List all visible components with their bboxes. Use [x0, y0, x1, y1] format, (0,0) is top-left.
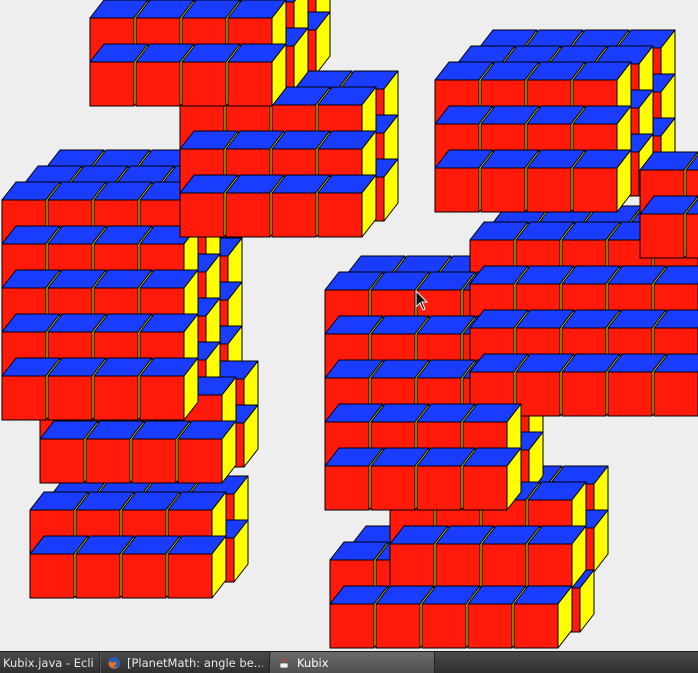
taskbar: Kubix.java - Ecli... [PlanetMath: angle … — [0, 651, 698, 673]
cube-front-face — [607, 371, 653, 417]
cube — [513, 585, 573, 649]
cube-front-face — [93, 375, 139, 421]
cube — [167, 535, 227, 599]
cube-front-face — [135, 61, 181, 107]
cube-front-face — [324, 465, 370, 511]
taskbar-item-firefox[interactable]: [PlanetMath: angle be... — [100, 652, 270, 673]
cube — [527, 525, 587, 589]
cube-front-face — [561, 371, 607, 417]
cube-front-face — [526, 167, 572, 213]
cube — [462, 447, 522, 511]
taskbar-item-eclipse[interactable]: Kubix.java - Ecli... — [0, 652, 100, 673]
taskbar-item-label: Kubix.java - Ecli... — [3, 655, 93, 670]
cube-front-face — [39, 438, 85, 484]
cube-front-face — [639, 213, 685, 259]
cube-front-face — [121, 553, 167, 599]
taskbar-item-label: Kubix — [297, 655, 329, 670]
cube-front-face — [481, 543, 527, 589]
kubix-canvas[interactable] — [0, 0, 698, 651]
cube-fractal-scene — [1, 0, 698, 649]
cube — [572, 149, 632, 213]
cube-front-face — [75, 553, 121, 599]
cube-front-face — [181, 61, 227, 107]
cube-front-face — [225, 192, 271, 238]
cube-front-face — [139, 375, 185, 421]
mouse-pointer-icon — [415, 290, 429, 311]
java-icon — [279, 657, 290, 668]
cube-front-face — [375, 603, 421, 649]
cube-front-face — [527, 543, 573, 589]
cube-front-face — [85, 438, 131, 484]
cube — [177, 420, 237, 484]
cube-front-face — [513, 603, 559, 649]
cube-front-face — [462, 465, 508, 511]
cube-front-face — [685, 213, 698, 259]
cube — [653, 353, 698, 417]
cube-front-face — [653, 371, 698, 417]
cube-front-face — [435, 543, 481, 589]
cube-front-face — [467, 603, 513, 649]
cube-front-face — [421, 603, 467, 649]
cube — [317, 174, 377, 238]
firefox-icon — [108, 656, 120, 669]
cube-front-face — [480, 167, 526, 213]
cube-front-face — [89, 61, 135, 107]
cube-front-face — [416, 465, 462, 511]
taskbar-item-kubix[interactable]: Kubix — [270, 652, 435, 673]
cube-front-face — [370, 465, 416, 511]
cube — [227, 43, 287, 107]
cube-front-face — [177, 438, 223, 484]
cube-front-face — [389, 543, 435, 589]
cube-front-face — [515, 371, 561, 417]
cube-front-face — [29, 553, 75, 599]
cube-front-face — [1, 375, 47, 421]
cube-front-face — [434, 167, 480, 213]
taskbar-item-label: [PlanetMath: angle be... — [127, 655, 263, 670]
cube-front-face — [227, 61, 273, 107]
cube-front-face — [179, 192, 225, 238]
cube-front-face — [47, 375, 93, 421]
cube — [139, 357, 199, 421]
cube-front-face — [329, 603, 375, 649]
cube-front-face — [131, 438, 177, 484]
cube-front-face — [271, 192, 317, 238]
cube-front-face — [317, 192, 363, 238]
cube-front-face — [167, 553, 213, 599]
cube-front-face — [572, 167, 618, 213]
